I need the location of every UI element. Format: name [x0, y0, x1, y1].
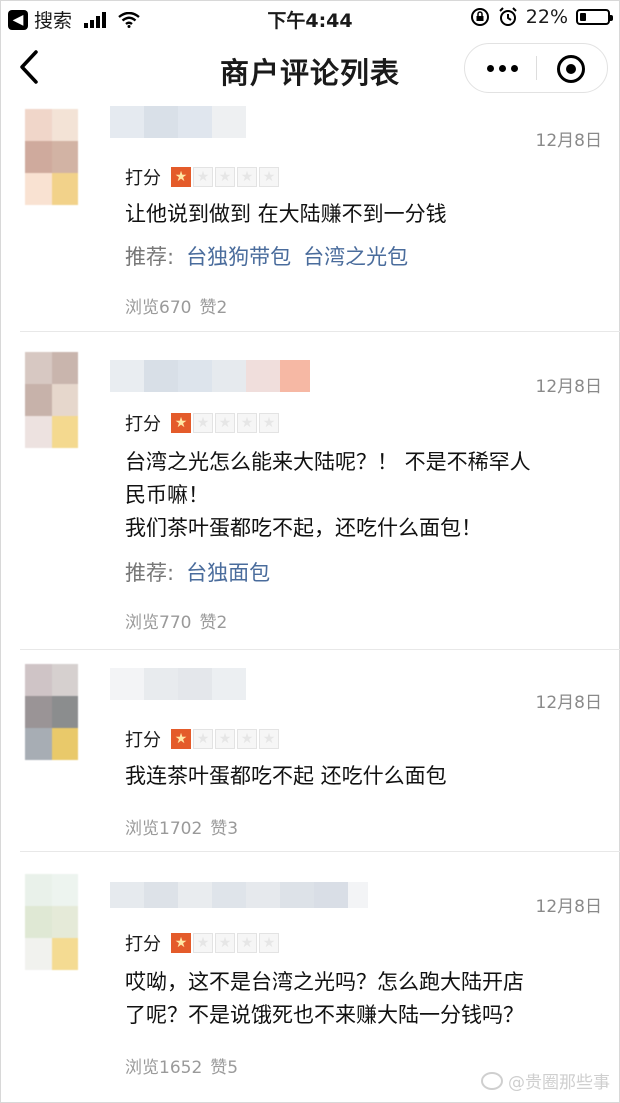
star-filled-icon: ★: [171, 167, 191, 187]
review-content-line: 了呢？不是说饿死也不来赚大陆一分钱吗？: [125, 1003, 524, 1027]
star-empty-icon: ★: [259, 413, 279, 433]
score-label: 打分: [125, 168, 161, 189]
like-count[interactable]: 赞5: [210, 1053, 238, 1078]
star-empty-icon: ★: [237, 413, 257, 433]
review-stats: 浏览1652 赞5: [125, 1053, 238, 1078]
avatar[interactable]: [25, 352, 105, 448]
like-count[interactable]: 赞3: [210, 814, 238, 839]
star-empty-icon: ★: [237, 729, 257, 749]
avatar[interactable]: [25, 109, 105, 205]
score-label: 打分: [125, 730, 161, 751]
battery-percent: 22%: [525, 6, 568, 28]
star-rating: ★ ★ ★ ★ ★: [171, 167, 279, 187]
review-content-line: 哎呦，这不是台湾之光吗？怎么跑大陆开店: [125, 970, 524, 994]
star-empty-icon: ★: [193, 167, 213, 187]
user-name-blurred: [110, 106, 246, 138]
review-date: 12月8日: [535, 897, 602, 917]
alarm-icon: [499, 7, 517, 26]
star-filled-icon: ★: [171, 933, 191, 953]
review-stats: 浏览770 赞2: [125, 608, 227, 633]
status-bar: ◀ 搜索 下午4:44 22%: [0, 0, 620, 36]
review-content-line: 民币嘛！: [125, 483, 209, 507]
watermark-text: @贵圈那些事: [508, 1073, 610, 1093]
review-content: 台湾之光怎么能来大陆呢？！ 不是不稀罕人 民币嘛！ 我们茶叶蛋都吃不起，还吃什么…: [125, 446, 595, 545]
score-label: 打分: [125, 414, 161, 435]
review-content-line: 台湾之光怎么能来大陆呢？！ 不是不稀罕人: [125, 450, 531, 474]
review-content-line: 我连茶叶蛋都吃不起 还吃什么面包: [125, 764, 447, 788]
user-name-blurred: [110, 882, 368, 914]
star-filled-icon: ★: [171, 729, 191, 749]
view-count: 浏览1702: [125, 819, 203, 839]
star-empty-icon: ★: [193, 933, 213, 953]
user-name-blurred: [110, 360, 310, 392]
recommendations: 推荐: 台独狗带包 台湾之光包: [125, 241, 408, 271]
review-stats: 浏览670 赞2: [125, 293, 227, 318]
star-empty-icon: ★: [259, 729, 279, 749]
star-empty-icon: ★: [215, 167, 235, 187]
star-empty-icon: ★: [237, 167, 257, 187]
star-empty-icon: ★: [215, 729, 235, 749]
avatar[interactable]: [25, 664, 105, 760]
review-item: 12月8日 打分 ★ ★ ★ ★ ★ 哎呦，这不是台湾之光吗？怎么跑大陆开店 了…: [0, 852, 620, 1103]
star-empty-icon: ★: [193, 413, 213, 433]
more-options-icon[interactable]: [487, 65, 518, 72]
capsule-divider: [536, 56, 537, 80]
navigation-bar: 商户评论列表: [0, 36, 620, 98]
rec-link[interactable]: 台独狗带包: [186, 241, 291, 271]
star-rating: ★ ★ ★ ★ ★: [171, 413, 279, 433]
star-rating: ★ ★ ★ ★ ★: [171, 729, 279, 749]
review-item: 12月8日 打分 ★ ★ ★ ★ ★ 台湾之光怎么能来大陆呢？！ 不是不稀罕人 …: [0, 332, 620, 650]
like-count[interactable]: 赞2: [199, 293, 227, 318]
review-item: 12月8日 打分 ★ ★ ★ ★ ★ 我连茶叶蛋都吃不起 还吃什么面包 浏览17…: [0, 650, 620, 852]
review-content-line: 让他说到做到 在大陆赚不到一分钱: [125, 202, 447, 226]
battery-icon: [576, 9, 613, 25]
review-date: 12月8日: [535, 693, 602, 713]
view-count: 浏览1652: [125, 1058, 203, 1078]
star-rating: ★ ★ ★ ★ ★: [171, 933, 279, 953]
weibo-icon: [481, 1071, 503, 1090]
review-content-line: 我们茶叶蛋都吃不起，还吃什么面包！: [125, 516, 482, 540]
star-empty-icon: ★: [259, 167, 279, 187]
star-empty-icon: ★: [237, 933, 257, 953]
view-count: 浏览670: [125, 298, 192, 318]
star-empty-icon: ★: [215, 933, 235, 953]
review-content: 我连茶叶蛋都吃不起 还吃什么面包: [125, 760, 595, 793]
rec-link[interactable]: 台湾之光包: [303, 241, 408, 271]
star-filled-icon: ★: [171, 413, 191, 433]
rec-label: 推荐:: [125, 561, 175, 585]
view-count: 浏览770: [125, 613, 192, 633]
like-count[interactable]: 赞2: [199, 608, 227, 633]
rec-label: 推荐:: [125, 245, 175, 269]
star-empty-icon: ★: [259, 933, 279, 953]
watermark: @贵圈那些事: [481, 1068, 610, 1093]
avatar[interactable]: [25, 874, 105, 970]
star-empty-icon: ★: [193, 729, 213, 749]
star-empty-icon: ★: [215, 413, 235, 433]
review-item: 12月8日 打分 ★ ★ ★ ★ ★ 让他说到做到 在大陆赚不到一分钱 推荐: …: [0, 98, 620, 332]
close-mini-program-icon[interactable]: [557, 55, 585, 83]
review-date: 12月8日: [535, 131, 602, 151]
recommendations: 推荐: 台独面包: [125, 557, 270, 587]
rotation-lock-icon: [470, 8, 489, 26]
rec-link[interactable]: 台独面包: [186, 557, 270, 587]
review-stats: 浏览1702 赞3: [125, 814, 238, 839]
review-content: 哎呦，这不是台湾之光吗？怎么跑大陆开店 了呢？不是说饿死也不来赚大陆一分钱吗？: [125, 966, 595, 1032]
score-label: 打分: [125, 934, 161, 955]
mini-program-capsule: [464, 43, 608, 93]
user-name-blurred: [110, 668, 246, 700]
review-date: 12月8日: [535, 377, 602, 397]
review-content: 让他说到做到 在大陆赚不到一分钱: [125, 198, 595, 231]
